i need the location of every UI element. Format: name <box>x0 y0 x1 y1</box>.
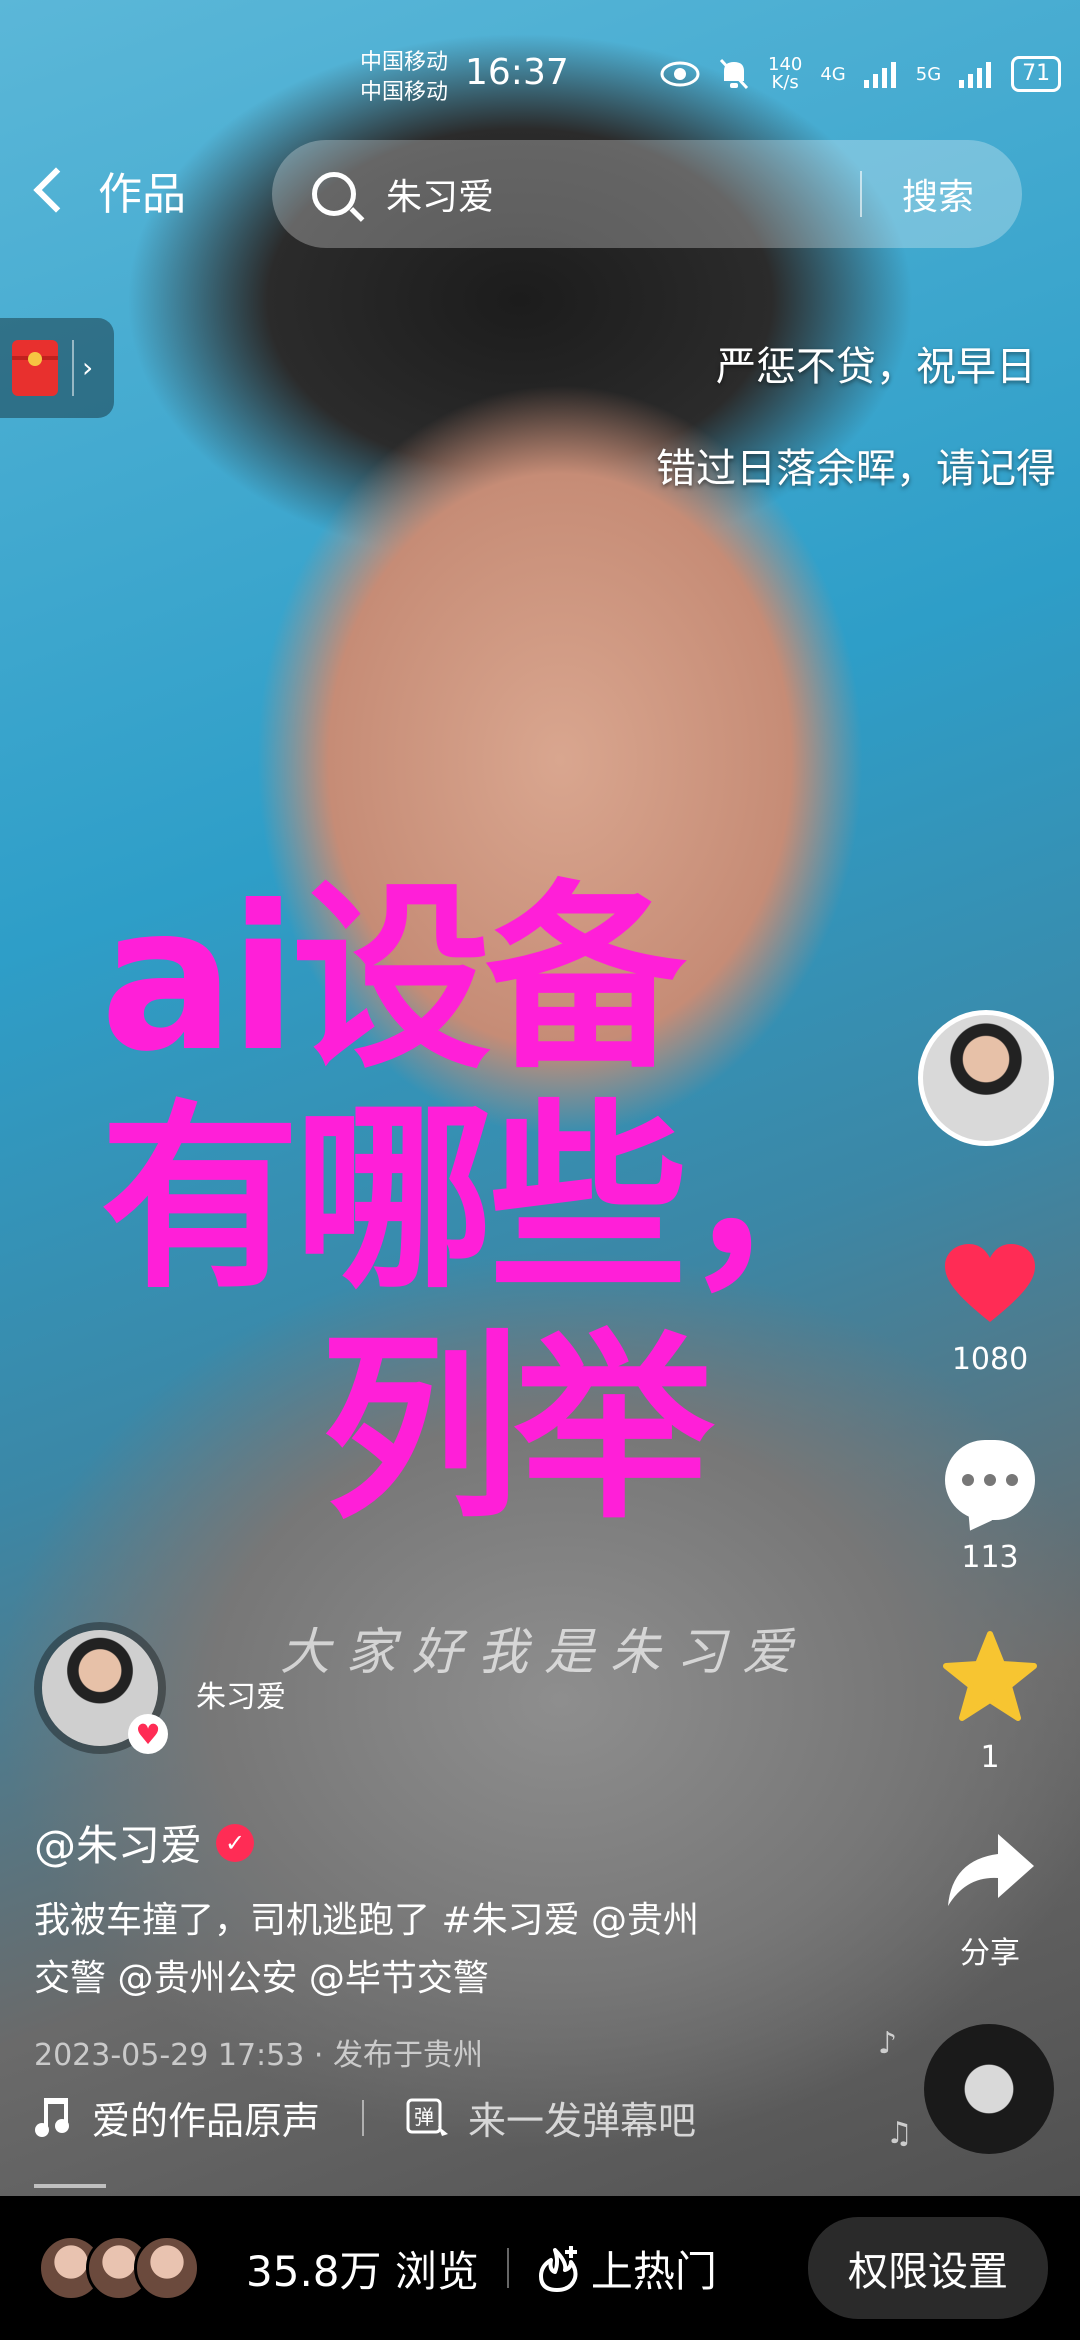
overlay-title-line-1: ai设备 <box>100 863 686 1096</box>
avatar <box>134 2235 200 2301</box>
video-subtitle: 大家好我是朱习爱 <box>280 1623 808 1681</box>
eye-icon <box>660 61 700 87</box>
share-button[interactable]: 分享 <box>924 1830 1056 1972</box>
avatar <box>923 1015 1049 1141</box>
signal-4g: 4G <box>820 63 846 85</box>
bottom-bar: 35.8万 浏览 上热门 权限设置 <box>0 2196 1080 2340</box>
comment-bubble-icon <box>945 1440 1035 1520</box>
creator-avatar[interactable] <box>918 1010 1054 1146</box>
view-count[interactable]: 35.8万 浏览 <box>246 2238 479 2299</box>
signal-bars-icon-2 <box>959 62 992 88</box>
search-icon <box>312 172 356 216</box>
carrier-info: 中国移动 中国移动 <box>360 48 448 108</box>
search-input[interactable]: 朱习爱 <box>386 168 860 220</box>
music-disc-button[interactable] <box>924 2024 1054 2154</box>
back-label: 作品 <box>98 169 186 220</box>
author-handle[interactable]: @朱习爱 <box>34 1812 202 1873</box>
heart-icon <box>945 1244 1035 1322</box>
verified-check-icon: ✓ <box>216 1823 255 1862</box>
chevron-right-icon: › <box>72 340 93 396</box>
share-label: 分享 <box>960 1936 1020 1971</box>
floating-note-icon-2: ♫ <box>886 2116 913 2151</box>
danmu-input[interactable]: 来一发弹幕吧 <box>468 2090 696 2145</box>
favorite-button[interactable]: 1 <box>924 1630 1056 1775</box>
search-bar[interactable]: 朱习爱 搜索 <box>272 140 1022 248</box>
bottom-divider <box>506 2248 509 2288</box>
video-screen[interactable]: 中国移动 中国移动 16:37 140 K/s 4G 5G 71 作品 朱习爱 搜… <box>0 0 1080 2340</box>
video-description-line-1[interactable]: 我被车撞了，司机逃跑了 #朱习爱 @贵州 <box>34 1894 794 1948</box>
red-envelope-icon <box>12 340 58 396</box>
svg-text:弹: 弹 <box>414 2105 434 2129</box>
viewer-avatars[interactable] <box>38 2235 200 2301</box>
promote-button[interactable]: 上热门 <box>537 2238 717 2299</box>
battery-icon: 71 <box>1011 56 1062 92</box>
floating-note-icon: ♪ <box>878 2026 898 2061</box>
like-count: 1080 <box>951 1342 1029 1377</box>
video-progress-bar[interactable] <box>34 2184 106 2188</box>
music-row[interactable]: 爱的作品原声 弹 来一发弹幕吧 <box>34 2090 696 2145</box>
author-name[interactable]: 朱习爱 <box>196 1672 286 1716</box>
star-icon <box>943 1631 1037 1721</box>
clock: 16:37 <box>465 52 569 93</box>
flame-plus-icon <box>538 2246 578 2292</box>
favorite-count: 1 <box>980 1740 1000 1775</box>
music-divider <box>362 2099 365 2136</box>
back-button[interactable]: 作品 <box>33 158 186 222</box>
permission-settings-button[interactable]: 权限设置 <box>808 2217 1048 2319</box>
music-label[interactable]: 爱的作品原声 <box>92 2090 320 2145</box>
follow-heart-icon[interactable]: ♥ <box>128 1714 168 1754</box>
chevron-left-icon <box>33 167 79 213</box>
author-handle-row[interactable]: @朱习爱 ✓ <box>34 1812 255 1873</box>
status-icons: 140 K/s 4G 5G 71 <box>660 54 1062 93</box>
carrier-2: 中国移动 <box>360 80 449 105</box>
danmu-icon: 弹 <box>406 2098 449 2136</box>
share-arrow-icon <box>948 1834 1034 1906</box>
mute-bell-icon <box>719 58 749 90</box>
lyric-line-2: 错过日落余晖，请记得 <box>656 446 1056 492</box>
overlay-title-line-2: 有哪些， <box>100 1083 882 1316</box>
music-note-icon <box>35 2097 69 2137</box>
carrier-1: 中国移动 <box>360 50 449 75</box>
overlay-title-line-3: 列举 <box>320 1313 714 1546</box>
signal-5g: 5G <box>915 63 942 85</box>
red-packet-entry[interactable]: › <box>0 318 114 418</box>
promote-label: 上热门 <box>590 2246 717 2296</box>
comment-count: 113 <box>961 1540 1019 1575</box>
like-button[interactable]: 1080 <box>924 1244 1056 1377</box>
publish-meta: 2023-05-29 17:53 · 发布于贵州 <box>34 2038 483 2073</box>
comment-button[interactable]: 113 <box>924 1440 1056 1575</box>
signal-bars-icon <box>863 62 896 88</box>
lyric-line-1: 严惩不贷，祝早日 <box>716 344 1036 390</box>
search-button[interactable]: 搜索 <box>862 168 1022 220</box>
video-description-line-2[interactable]: 交警 @贵州公安 @毕节交警 <box>34 1952 794 2006</box>
net-speed: 140 K/s <box>768 54 803 93</box>
status-bar: 中国移动 中国移动 16:37 140 K/s 4G 5G 71 <box>0 0 1080 130</box>
